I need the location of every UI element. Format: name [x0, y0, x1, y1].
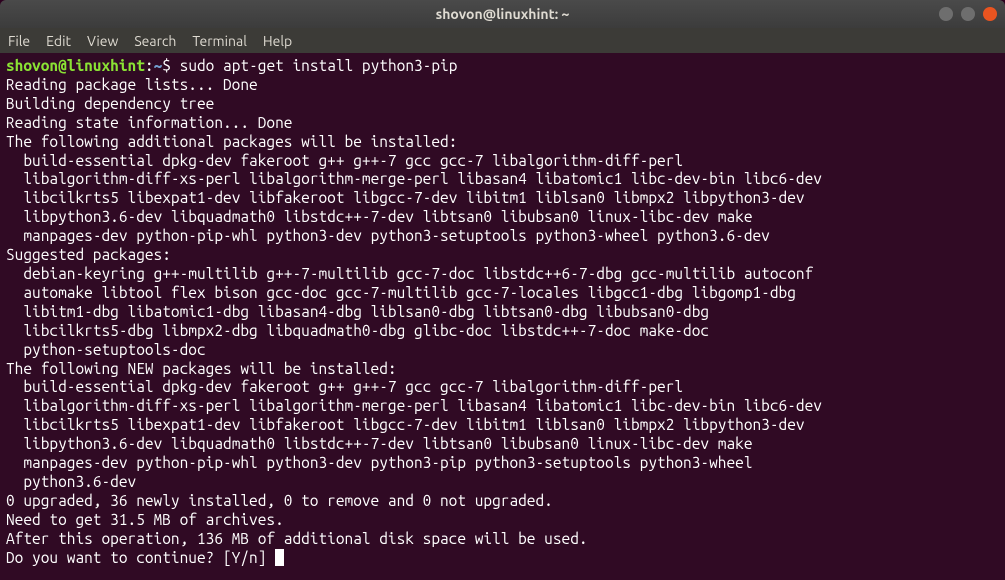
cursor: [275, 549, 284, 566]
menu-search[interactable]: Search: [134, 33, 176, 49]
output-line: After this operation, 136 MB of addition…: [6, 530, 588, 547]
output-line: automake libtool flex bison gcc-doc gcc-…: [6, 284, 796, 301]
window-title: shovon@linuxhint: ~: [436, 6, 570, 22]
output-line: libcilkrts5 libexpat1-dev libfakeroot li…: [6, 416, 805, 433]
output-line: Need to get 31.5 MB of archives.: [6, 511, 284, 528]
menu-edit[interactable]: Edit: [46, 33, 71, 49]
menu-terminal[interactable]: Terminal: [192, 33, 247, 49]
titlebar: shovon@linuxhint: ~: [0, 0, 1005, 28]
command-text: sudo apt-get install python3-pip: [180, 57, 458, 74]
output-line: Reading package lists... Done: [6, 76, 258, 93]
output-line: Building dependency tree: [6, 95, 214, 112]
terminal-window: shovon@linuxhint: ~ File Edit View Searc…: [0, 0, 1005, 580]
output-line: The following NEW packages will be insta…: [6, 360, 397, 377]
window-controls: [939, 7, 997, 21]
output-line: python-setuptools-doc: [6, 341, 206, 358]
output-line: libpython3.6-dev libquadmath0 libstdc++-…: [6, 435, 753, 452]
output-line: Reading state information... Done: [6, 114, 292, 131]
output-line: libcilkrts5 libexpat1-dev libfakeroot li…: [6, 189, 805, 206]
output-line: libalgorithm-diff-xs-perl libalgorithm-m…: [6, 397, 822, 414]
output-line: manpages-dev python-pip-whl python3-dev …: [6, 227, 770, 244]
output-line: manpages-dev python-pip-whl python3-dev …: [6, 454, 753, 471]
output-line: libitm1-dbg libatomic1-dbg libasan4-dbg …: [6, 303, 709, 320]
menu-help[interactable]: Help: [263, 33, 292, 49]
output-line: The following additional packages will b…: [6, 133, 457, 150]
prompt-path: ~: [154, 57, 163, 74]
terminal-output[interactable]: shovon@linuxhint:~$ sudo apt-get install…: [0, 53, 1005, 580]
maximize-icon[interactable]: [961, 7, 975, 21]
output-line: debian-keyring g++-multilib g++-7-multil…: [6, 265, 813, 282]
menu-view[interactable]: View: [87, 33, 118, 49]
output-line: build-essential dpkg-dev fakeroot g++ g+…: [6, 378, 683, 395]
output-line: 0 upgraded, 36 newly installed, 0 to rem…: [6, 492, 553, 509]
menu-file[interactable]: File: [8, 33, 30, 49]
prompt-dollar: $: [162, 57, 171, 74]
output-line: Suggested packages:: [6, 246, 171, 263]
prompt-user-host: shovon@linuxhint: [6, 57, 145, 74]
output-line: build-essential dpkg-dev fakeroot g++ g+…: [6, 152, 683, 169]
prompt-colon: :: [145, 57, 154, 74]
output-line: libalgorithm-diff-xs-perl libalgorithm-m…: [6, 170, 822, 187]
output-line: Do you want to continue? [Y/n]: [6, 549, 275, 566]
output-line: libcilkrts5-dbg libmpx2-dbg libquadmath0…: [6, 322, 709, 339]
output-line: libpython3.6-dev libquadmath0 libstdc++-…: [6, 208, 753, 225]
menubar: File Edit View Search Terminal Help: [0, 28, 1005, 53]
output-line: python3.6-dev: [6, 473, 136, 490]
close-icon[interactable]: [983, 7, 997, 21]
minimize-icon[interactable]: [939, 7, 953, 21]
